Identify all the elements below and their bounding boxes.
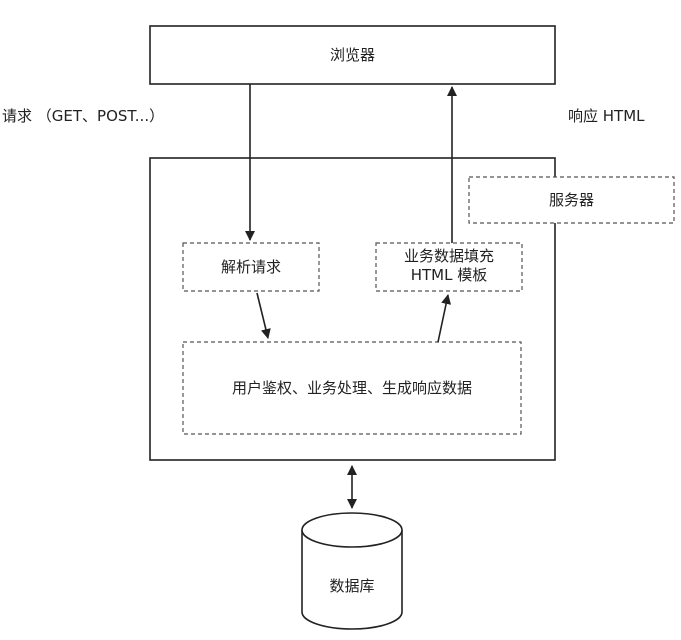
request-label: 请求 （GET、POST...） <box>2 107 165 125</box>
architecture-diagram: 浏览器 请求 （GET、POST...） 响应 HTML 服务器 解析请求 业务… <box>0 0 681 640</box>
response-label: 响应 HTML <box>568 107 645 125</box>
template-fill-line2: HTML 模板 <box>410 266 488 284</box>
processing-label: 用户鉴权、业务处理、生成响应数据 <box>231 379 472 397</box>
database-label: 数据库 <box>329 577 375 595</box>
server-label: 服务器 <box>548 191 594 209</box>
diagram-svg <box>149 25 675 630</box>
parse-request-label: 解析请求 <box>220 258 281 276</box>
database-cylinder <box>301 512 403 630</box>
template-fill-line1: 业务数据填充 <box>403 247 494 265</box>
browser-label: 浏览器 <box>329 46 375 64</box>
